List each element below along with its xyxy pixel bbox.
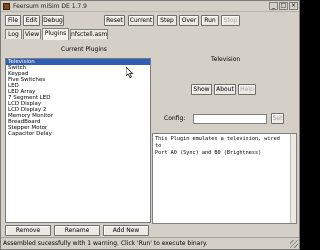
step-button[interactable]: Step (157, 15, 177, 26)
plugin-description: This Plugin emulates a television, wired… (152, 133, 297, 224)
file-button[interactable]: File (5, 15, 21, 26)
description-scrollbar[interactable] (290, 134, 296, 223)
set-config-button[interactable]: Set (271, 113, 284, 124)
app-window: Feersum miSim DE 1.7.9 _ □ × File Edit D… (0, 0, 300, 250)
app-icon (3, 3, 10, 10)
config-label: Config: (164, 115, 186, 122)
plugin-list[interactable]: Television Switch Keypad Five Switches L… (5, 58, 151, 223)
plugin-detail-title: Television (211, 56, 241, 63)
maximize-button[interactable]: □ (279, 2, 288, 10)
current-plugins-label: Current Plugins (61, 46, 107, 53)
status-text: Assembled sucessfully with 1 warning. Cl… (3, 240, 208, 247)
title-bar: Feersum miSim DE 1.7.9 _ □ × (1, 1, 299, 12)
stop-button[interactable]: Stop (221, 15, 240, 26)
tab-plugins[interactable]: Plugins (42, 28, 69, 40)
config-input[interactable] (193, 114, 267, 124)
show-button[interactable]: Show (191, 84, 212, 95)
resize-grip-icon[interactable] (290, 240, 298, 248)
plugin-description-text: This Plugin emulates a television, wired… (155, 136, 280, 156)
minimize-button[interactable]: _ (269, 2, 278, 10)
about-button[interactable]: About (214, 84, 236, 95)
debug-button[interactable]: Debug (42, 15, 64, 26)
reset-button[interactable]: Reset (104, 15, 125, 26)
status-bar: Assembled sucessfully with 1 warning. Cl… (1, 237, 299, 249)
current-button[interactable]: Current (128, 15, 154, 26)
tab-log[interactable]: Log (5, 29, 22, 39)
tab-view[interactable]: View (23, 29, 41, 39)
rename-plugin-button[interactable]: Rename (54, 225, 100, 236)
run-button[interactable]: Run (201, 15, 219, 26)
edit-button[interactable]: Edit (23, 15, 40, 26)
plugin-item-capacitor-delay[interactable]: Capacitor Delay (6, 131, 150, 137)
remove-plugin-button[interactable]: Remove (5, 225, 51, 236)
close-button[interactable]: × (289, 2, 298, 10)
window-title: Feersum miSim DE 1.7.9 (13, 3, 87, 10)
window-controls: _ □ × (269, 2, 298, 10)
help-button[interactable]: Help (238, 84, 256, 95)
tab-source-file[interactable]: nfsctell.asm (70, 29, 108, 39)
over-button[interactable]: Over (179, 15, 199, 26)
add-new-plugin-button[interactable]: Add New (103, 225, 149, 236)
